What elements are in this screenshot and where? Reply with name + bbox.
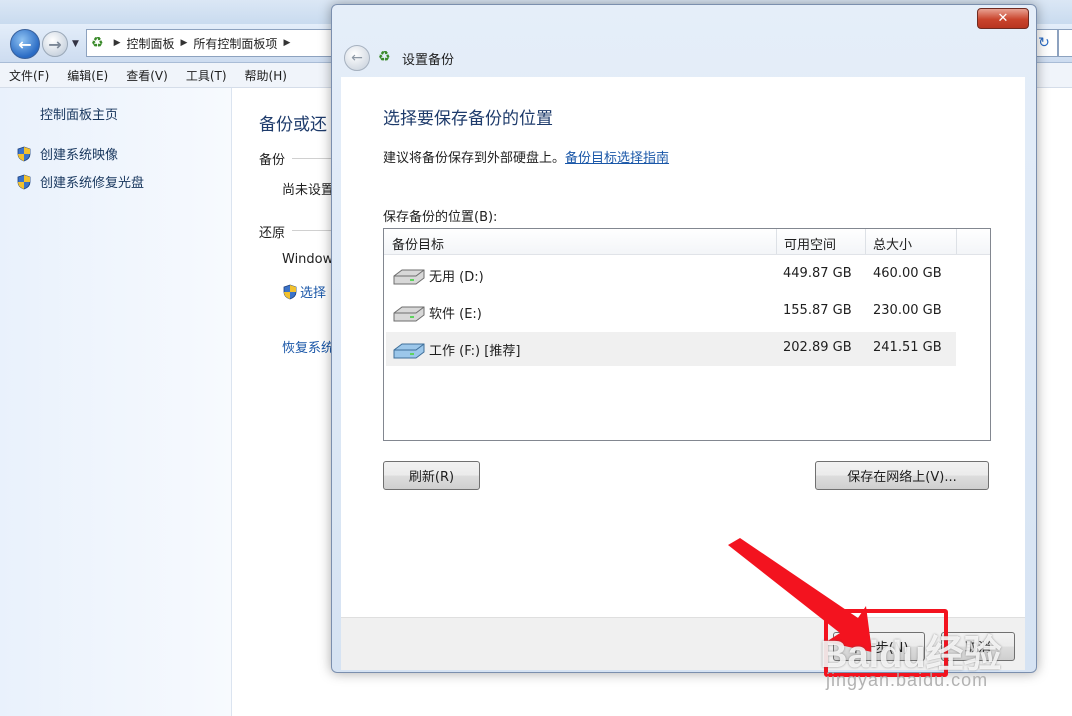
column-header-total[interactable]: 总大小 [873, 234, 912, 253]
drive-total-size: 241.51 GB [873, 340, 942, 355]
arrow-right-icon: → [48, 34, 62, 54]
list-item-selected[interactable]: 工作 (F:) [推荐] 202.89 GB 241.51 GB [386, 332, 956, 366]
backup-destination-list[interactable]: 备份目标 可用空间 总大小 无用 (D:) 449.87 GB 460.00 G… [383, 228, 991, 441]
column-divider[interactable] [776, 229, 777, 254]
breadcrumb-arrow-icon[interactable]: ▶ [283, 38, 290, 48]
arrow-left-icon: ← [18, 34, 32, 54]
close-button[interactable]: ✕ [977, 8, 1029, 29]
refresh-button[interactable]: 刷新(R) [383, 461, 480, 490]
control-panel-home-link[interactable]: 控制面板主页 [40, 104, 118, 123]
backup-target-guide-link[interactable]: 备份目标选择指南 [565, 151, 669, 166]
task-label: 创建系统修复光盘 [40, 176, 145, 191]
breadcrumb-all-items[interactable]: 所有控制面板项 [193, 35, 277, 52]
advice-label: 建议将备份保存到外部硬盘上。 [383, 151, 566, 166]
task-pane: 控制面板主页 创建系统映像 创建系统修复光盘 [0, 88, 232, 716]
create-repair-disc-link[interactable]: 创建系统修复光盘 [16, 172, 144, 191]
hard-drive-icon [393, 343, 425, 359]
select-backup-link[interactable]: 选择 [282, 282, 326, 301]
dialog-heading: 选择要保存备份的位置 [383, 109, 553, 129]
back-button[interactable]: ← [10, 29, 40, 59]
drive-name: 工作 (F:) [推荐] [429, 344, 521, 359]
recover-system-link[interactable]: 恢复系统 [282, 337, 334, 356]
backup-status-text: 尚未设置 [282, 183, 335, 198]
search-input[interactable] [1058, 29, 1072, 57]
menu-edit[interactable]: 编辑(E) [58, 67, 117, 84]
breadcrumb-arrow-icon[interactable]: ▶ [114, 38, 121, 48]
section-divider [292, 158, 332, 159]
arrow-left-icon: ← [351, 50, 363, 66]
section-divider [292, 230, 332, 231]
backup-icon: ♻ [378, 49, 391, 65]
address-bar[interactable]: ♻ ▶ 控制面板 ▶ 所有控制面板项 ▶ [86, 29, 338, 57]
save-on-network-button[interactable]: 保存在网络上(V)... [815, 461, 989, 490]
column-header-target[interactable]: 备份目标 [392, 234, 444, 253]
drive-name: 软件 (E:) [429, 307, 482, 322]
create-system-image-link[interactable]: 创建系统映像 [16, 144, 118, 163]
backup-section-label: 备份 [259, 153, 286, 168]
restore-status-text: Window [282, 252, 334, 267]
baidu-watermark-url: jingyan.baidu.com [826, 670, 989, 690]
forward-button[interactable]: → [42, 31, 68, 57]
close-icon: ✕ [997, 11, 1009, 26]
column-divider[interactable] [956, 229, 957, 254]
drive-free-space: 449.87 GB [783, 266, 852, 281]
control-panel-icon: ♻ [91, 35, 104, 51]
page-title: 备份或还 [259, 115, 327, 135]
list-label: 保存备份的位置(B): [383, 210, 498, 225]
list-item[interactable]: 软件 (E:) 155.87 GB 230.00 GB [386, 295, 956, 329]
breadcrumb-control-panel[interactable]: 控制面板 [126, 35, 174, 52]
advice-text: 建议将备份保存到外部硬盘上。备份目标选择指南 [383, 147, 669, 166]
menu-file[interactable]: 文件(F) [0, 67, 58, 84]
uac-shield-icon [16, 146, 32, 162]
list-header: 备份目标 可用空间 总大小 [384, 229, 990, 255]
drive-total-size: 460.00 GB [873, 266, 942, 281]
recent-pages-dropdown-icon[interactable]: ▼ [72, 39, 79, 49]
breadcrumb-arrow-icon[interactable]: ▶ [181, 38, 188, 48]
refresh-icon: ↻ [1038, 35, 1050, 51]
hard-drive-icon [393, 306, 425, 322]
select-backup-label: 选择 [300, 286, 327, 301]
uac-shield-icon [282, 284, 298, 300]
menu-help[interactable]: 帮助(H) [236, 67, 296, 84]
drive-free-space: 155.87 GB [783, 303, 852, 318]
list-item[interactable]: 无用 (D:) 449.87 GB 460.00 GB [386, 258, 956, 292]
dialog-content: 选择要保存备份的位置 建议将备份保存到外部硬盘上。备份目标选择指南 保存备份的位… [341, 77, 1025, 617]
column-header-free[interactable]: 可用空间 [784, 234, 836, 253]
restore-section-label: 还原 [259, 226, 286, 241]
menu-tools[interactable]: 工具(T) [177, 67, 236, 84]
drive-total-size: 230.00 GB [873, 303, 942, 318]
drive-free-space: 202.89 GB [783, 340, 852, 355]
drive-name: 无用 (D:) [429, 270, 484, 285]
column-divider[interactable] [865, 229, 866, 254]
setup-backup-dialog: ✕ ← ♻ 设置备份 选择要保存备份的位置 建议将备份保存到外部硬盘上。备份目标… [331, 4, 1037, 673]
dialog-back-button[interactable]: ← [344, 45, 370, 71]
uac-shield-icon [16, 174, 32, 190]
dialog-title: 设置备份 [402, 53, 455, 68]
hard-drive-icon [393, 269, 425, 285]
menu-view[interactable]: 查看(V) [117, 67, 177, 84]
task-label: 创建系统映像 [40, 148, 119, 163]
